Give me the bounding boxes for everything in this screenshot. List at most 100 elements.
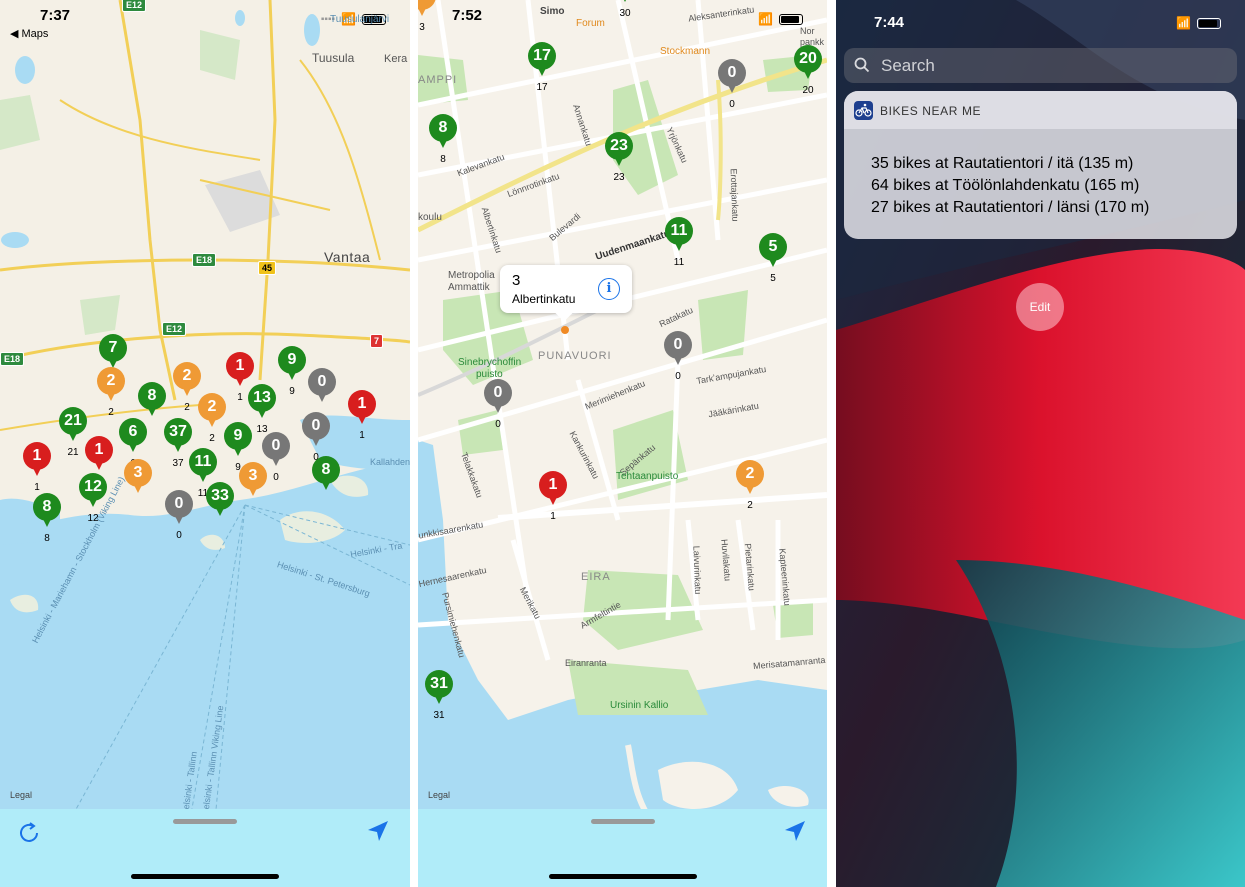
pin-caption: 37 <box>172 458 184 469</box>
map-label: Tehtaanpuisto <box>616 471 679 482</box>
map-label: Erottajankatu <box>728 168 741 222</box>
search-bar[interactable]: Search <box>844 48 1237 83</box>
sheet-grabber[interactable] <box>590 819 655 824</box>
refresh-icon[interactable] <box>18 821 40 843</box>
road-shield: E18 <box>0 352 25 366</box>
bike-station-pin[interactable]: 21 <box>59 407 87 445</box>
pin-caption: 1 <box>34 482 40 493</box>
bike-station-pin[interactable]: 30 <box>611 0 639 6</box>
pin-caption: 8 <box>44 533 50 544</box>
selected-station-dot[interactable] <box>561 326 569 334</box>
bike-station-pin[interactable]: 0 <box>484 379 512 417</box>
pin-tail <box>214 504 226 516</box>
widget-station-line[interactable]: 64 bikes at Töölönlahdenkatu (165 m) <box>871 177 1139 195</box>
bike-station-pin[interactable]: 17 <box>528 42 556 80</box>
sheet-grabber[interactable] <box>173 819 237 824</box>
map-label: Stockmann <box>660 46 711 57</box>
bike-station-pin[interactable]: 1 <box>539 471 567 509</box>
pin-caption: 20 <box>802 85 814 96</box>
bike-station-pin[interactable]: 2 <box>736 460 764 498</box>
bottom-sheet[interactable] <box>418 809 827 887</box>
search-placeholder: Search <box>881 56 935 75</box>
pin-tail <box>310 434 322 446</box>
bike-station-pin[interactable]: 3 <box>124 459 152 497</box>
bike-station-pin[interactable]: 12 <box>79 473 107 511</box>
edit-widgets-button[interactable]: Edit <box>1016 283 1064 331</box>
legal-link[interactable]: Legal <box>428 790 450 800</box>
map-label: Kallahdensel <box>370 457 410 467</box>
callout-station-name: Albertinkatu <box>512 292 576 306</box>
pin-caption: 1 <box>550 511 556 522</box>
bike-station-pin[interactable]: 8 <box>33 493 61 531</box>
location-arrow-icon[interactable] <box>783 819 807 843</box>
bike-station-pin[interactable]: 9 <box>224 422 252 460</box>
road-shield: 7 <box>370 334 384 348</box>
pin-caption: 8 <box>440 154 446 165</box>
bike-station-pin[interactable]: 11 <box>665 217 693 255</box>
pin-caption: 1 <box>359 430 365 441</box>
bike-station-pin[interactable]: 13 <box>248 384 276 422</box>
bike-station-pin[interactable]: 0 <box>718 59 746 97</box>
bike-station-pin[interactable]: 8 <box>312 456 340 494</box>
bike-station-pin[interactable]: 33 <box>206 482 234 520</box>
bike-station-pin[interactable]: 8 <box>138 382 166 420</box>
pin-tail <box>433 692 445 704</box>
bottom-sheet[interactable] <box>0 809 410 887</box>
map-screen-zoomed: 7:52 📶 Simo Forum Stockmann Aleksanterin… <box>418 0 827 887</box>
bike-station-pin[interactable]: 31 <box>425 670 453 708</box>
bike-station-pin[interactable]: 23 <box>605 132 633 170</box>
bike-station-pin[interactable]: 2 <box>97 367 125 405</box>
bikes-near-me-widget[interactable]: BIKES NEAR ME 35 bikes at Rautatientori … <box>844 91 1237 239</box>
bike-station-pin[interactable]: 37 <box>164 418 192 456</box>
bike-station-pin[interactable]: 9 <box>278 346 306 384</box>
pin-caption: 30 <box>619 8 631 19</box>
bike-station-pin[interactable]: 0 <box>165 490 193 528</box>
back-to-maps-link[interactable]: ◀ Maps <box>10 27 48 40</box>
location-arrow-icon[interactable] <box>366 819 390 843</box>
pin-tail <box>613 154 625 166</box>
pin-caption: 0 <box>729 99 735 110</box>
bike-app-icon <box>854 101 873 120</box>
pin-caption: 11 <box>673 257 685 268</box>
bike-station-pin[interactable]: 3 <box>418 0 436 20</box>
widget-station-line[interactable]: 35 bikes at Rautatientori / itä (135 m) <box>871 155 1133 173</box>
home-indicator <box>131 874 279 879</box>
widget-station-line[interactable]: 27 bikes at Rautatientori / länsi (170 m… <box>871 199 1149 217</box>
bike-station-pin[interactable]: 6 <box>119 418 147 456</box>
bike-station-pin[interactable]: 1 <box>85 436 113 474</box>
pin-tail <box>619 0 631 2</box>
pin-tail <box>146 404 158 416</box>
status-time: 7:37 <box>40 7 71 24</box>
pin-caption: 23 <box>613 172 625 183</box>
bike-station-pin[interactable]: 20 <box>794 45 822 83</box>
legal-link[interactable]: Legal <box>10 790 32 800</box>
today-widget-screen: 7:44 📶 Search BIKES NEAR ME 35 bikes at … <box>836 0 1245 887</box>
pin-tail <box>93 458 105 470</box>
map-label: Ammattik <box>448 282 490 293</box>
station-callout[interactable]: 3 Albertinkatu i <box>500 265 632 322</box>
bike-station-pin[interactable]: 0 <box>308 368 336 406</box>
bike-station-pin[interactable]: 8 <box>429 114 457 152</box>
pin-caption: 31 <box>433 710 445 721</box>
pin-tail <box>536 64 548 76</box>
bike-station-pin[interactable]: 3 <box>239 462 267 500</box>
widget-header[interactable]: BIKES NEAR ME <box>844 91 1237 129</box>
bike-station-pin[interactable]: 0 <box>302 412 330 450</box>
pin-tail <box>744 482 756 494</box>
pin-caption: 1 <box>237 392 243 403</box>
bike-station-pin[interactable]: 5 <box>759 233 787 271</box>
pin-tail <box>437 136 449 148</box>
bike-station-pin[interactable]: 1 <box>23 442 51 480</box>
bike-station-pin[interactable]: 0 <box>664 331 692 369</box>
pin-tail <box>270 454 282 466</box>
pin-tail <box>132 481 144 493</box>
bike-station-pin[interactable]: 1 <box>348 390 376 428</box>
map-label: Forum <box>576 18 605 29</box>
bike-station-pin[interactable]: 2 <box>173 362 201 400</box>
bike-station-pin[interactable]: 11 <box>189 448 217 486</box>
map-label: Sinebrychoffin <box>458 357 522 368</box>
bike-station-pin[interactable]: 2 <box>198 393 226 431</box>
pin-tail <box>767 255 779 267</box>
pin-tail <box>197 470 209 482</box>
info-icon[interactable]: i <box>598 278 620 300</box>
